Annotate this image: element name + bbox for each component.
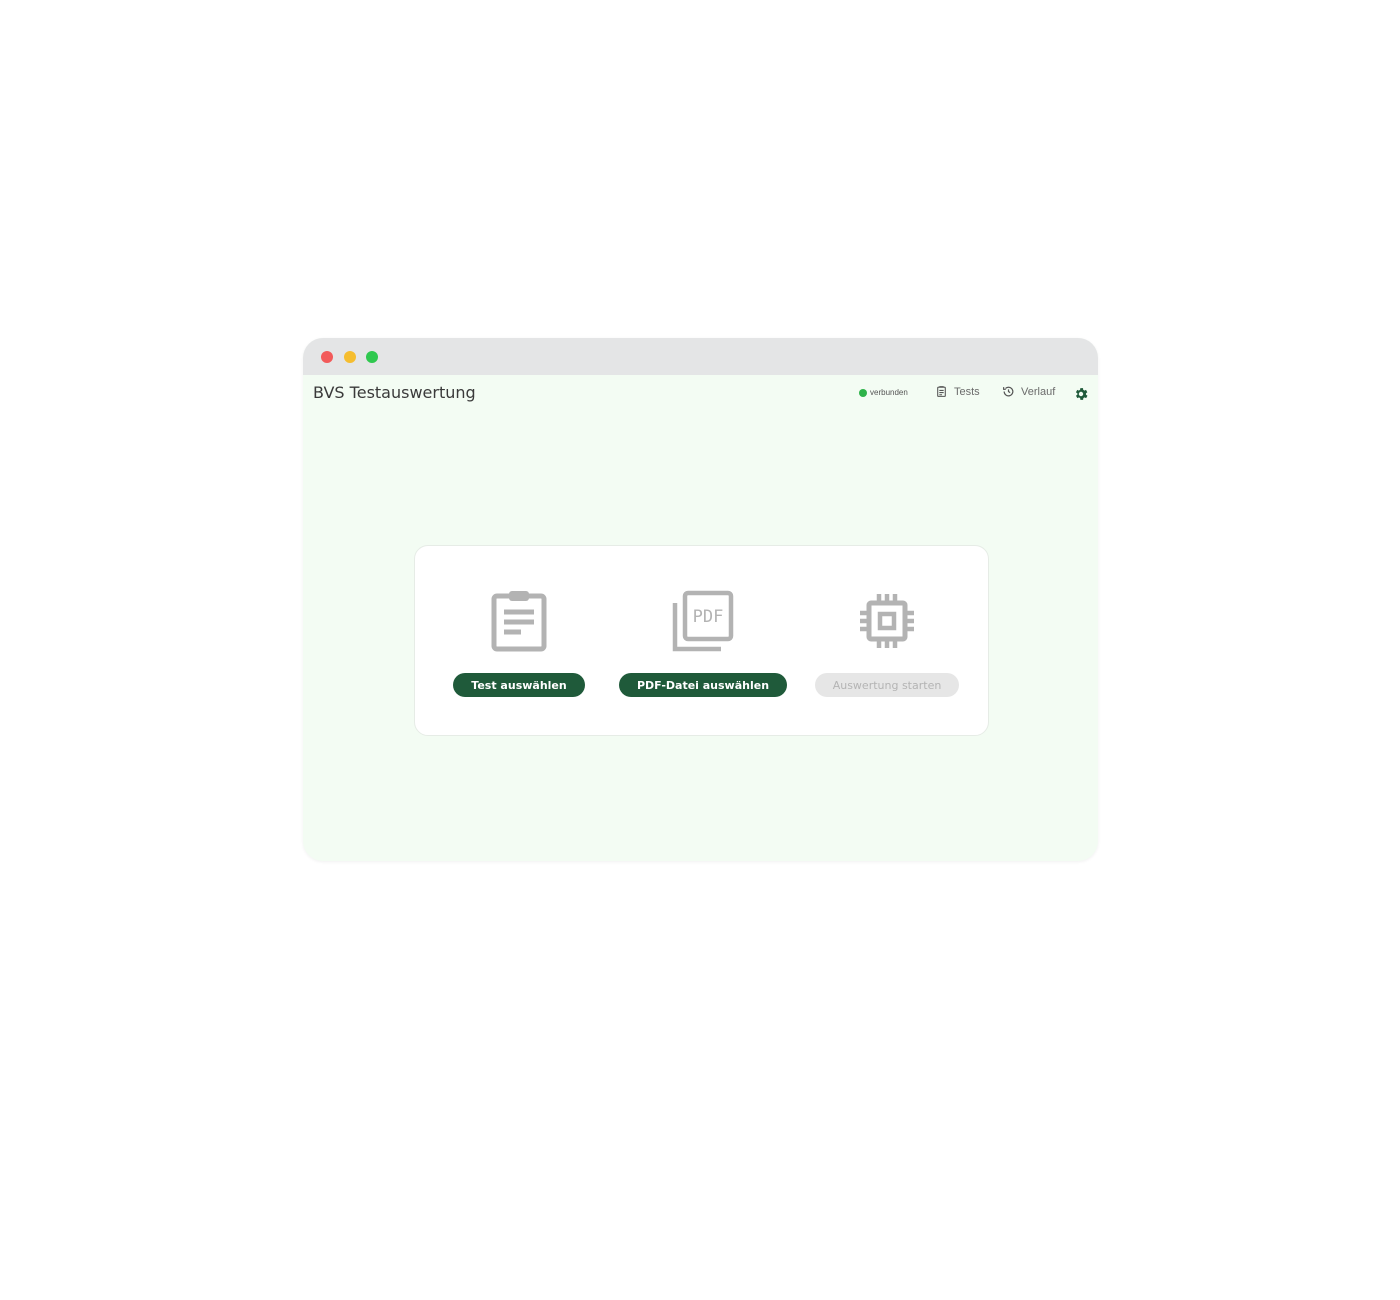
gear-icon[interactable]: [1073, 386, 1089, 402]
window-titlebar: [303, 338, 1098, 375]
history-icon: [1003, 386, 1014, 397]
nav-tests-label: Tests: [954, 385, 980, 398]
app-title: BVS Testauswertung: [313, 383, 476, 402]
svg-text:PDF: PDF: [693, 607, 724, 627]
select-test-button[interactable]: Test auswählen: [453, 673, 585, 697]
action-start-evaluation: Auswertung starten: [814, 586, 960, 697]
start-evaluation-button: Auswertung starten: [814, 673, 960, 697]
connection-status: verbunden: [859, 388, 908, 397]
close-window-button[interactable]: [321, 351, 333, 363]
pdf-files-icon: PDF: [671, 586, 735, 656]
app-header: BVS Testauswertung verbunden Tests Verla…: [303, 375, 1098, 415]
status-label: verbunden: [870, 388, 908, 397]
nav-history[interactable]: Verlauf: [1002, 385, 1055, 398]
clipboard-icon: [937, 386, 946, 397]
minimize-window-button[interactable]: [344, 351, 356, 363]
app-window: BVS Testauswertung verbunden Tests Verla…: [303, 338, 1098, 861]
maximize-window-button[interactable]: [366, 351, 378, 363]
action-select-test: Test auswählen: [453, 586, 585, 697]
select-pdf-button[interactable]: PDF-Datei auswählen: [618, 673, 788, 697]
clipboard-list-icon: [487, 586, 551, 656]
cpu-chip-icon: [855, 586, 919, 656]
nav-tests[interactable]: Tests: [935, 385, 980, 398]
action-select-pdf: PDF PDF-Datei auswählen: [618, 586, 788, 697]
nav-history-label: Verlauf: [1021, 385, 1056, 398]
action-card: Test auswählen PDF PDF-Datei auswählen A…: [414, 545, 989, 736]
status-dot-icon: [859, 388, 867, 397]
